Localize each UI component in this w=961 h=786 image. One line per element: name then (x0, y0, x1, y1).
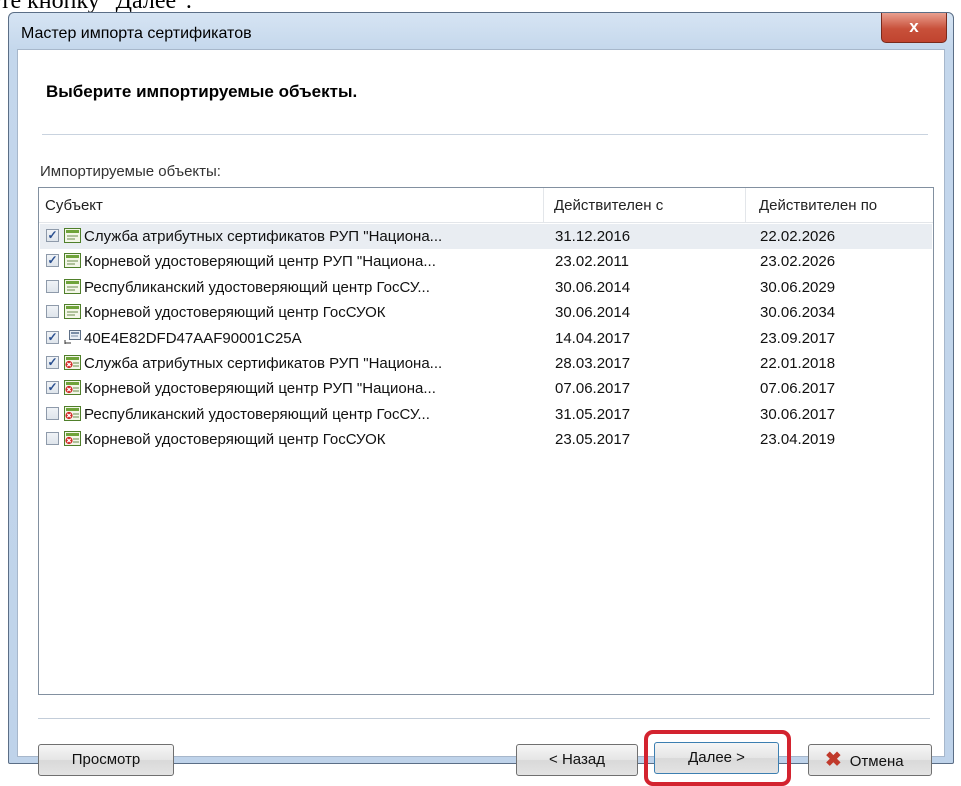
title-bar[interactable]: Мастер импорта сертификатов x (9, 13, 953, 51)
window-title: Мастер импорта сертификатов (21, 25, 252, 42)
view-button[interactable]: Просмотр (38, 744, 174, 776)
cell-subject: 40E4E82DFD47AAF90001C25A (84, 329, 302, 347)
table-row[interactable]: ✓ 40E4E82DFD47AAF90001C25A 14.04.2017 23.09… (40, 326, 932, 351)
certificate-icon (64, 253, 81, 269)
certificate-import-wizard-window: Мастер импорта сертификатов x Выберите и… (8, 12, 954, 786)
invalid-certificate-icon (64, 405, 81, 421)
table-row[interactable]: ✓ Корневой удостоверяющий центр РУП "Наци… (40, 376, 932, 401)
footer-divider (38, 718, 930, 719)
cell-subject: Республиканский удостоверяющий центр Гос… (84, 278, 430, 296)
row-checkbox[interactable] (46, 432, 59, 446)
cell-subject: Корневой удостоверяющий центр ГосСУОК (84, 304, 386, 322)
close-icon: x (909, 17, 919, 36)
row-checkbox[interactable]: ✓ (46, 380, 59, 395)
table-row[interactable]: Корневой удостоверяющий центр ГосСУОК 23.… (40, 427, 932, 452)
cell-valid-from: 23.05.2017 (555, 431, 631, 449)
column-divider[interactable] (745, 188, 746, 222)
checkmark-icon: ✓ (47, 329, 58, 344)
row-checkbox[interactable]: ✓ (46, 356, 59, 369)
cell-valid-to: 30.06.2017 (760, 405, 836, 423)
cell-valid-from: 23.02.2011 (555, 253, 629, 271)
column-divider[interactable] (543, 188, 544, 222)
invalid-certificate-icon (64, 355, 81, 370)
cell-subject: Республиканский удостоверяющий центр Гос… (84, 405, 430, 423)
cell-subject: Служба атрибутных сертификатов РУП "Наци… (84, 355, 443, 372)
column-header-subject[interactable]: Субъект (45, 197, 103, 214)
invalid-certificate-icon (64, 431, 81, 447)
wizard-page: Выберите импортируемые объекты. Импортир… (17, 49, 945, 786)
back-button[interactable]: < Назад (516, 744, 638, 776)
next-button-highlight (644, 730, 791, 786)
cell-valid-to: 30.06.2029 (760, 278, 836, 296)
cell-valid-to: 23.04.2019 (760, 431, 836, 449)
table-row[interactable]: ✓ Служба атрибутных сертификатов РУП "Нац… (40, 351, 932, 376)
row-checkbox[interactable]: ✓ (46, 253, 59, 268)
header-divider-highlight (42, 135, 928, 136)
list-header: Субъект Действителен с Действителен по (39, 188, 933, 223)
certificate-icon (64, 304, 81, 320)
cell-subject: Служба атрибутных сертификатов РУП "Наци… (84, 228, 443, 245)
cancel-button[interactable]: ✖ Отмена (808, 744, 932, 776)
cancel-button-label: Отмена (849, 753, 904, 770)
cell-subject: Корневой удостоверяющий центр РУП "Нацио… (84, 380, 436, 398)
close-button[interactable]: x (881, 13, 947, 43)
cell-valid-to: 22.01.2018 (760, 355, 836, 372)
cell-valid-from: 30.06.2014 (555, 278, 631, 296)
cell-valid-from: 31.05.2017 (555, 405, 631, 423)
cell-valid-to: 30.06.2034 (760, 304, 836, 322)
import-objects-label: Импортируемые объекты: (40, 163, 221, 180)
cell-valid-from: 30.06.2014 (555, 304, 631, 322)
personal-certificate-icon (64, 329, 81, 345)
cell-subject: Корневой удостоверяющий центр РУП "Нацио… (84, 253, 436, 271)
invalid-certificate-icon (64, 380, 81, 396)
checkmark-icon: ✓ (47, 355, 58, 369)
cell-valid-from: 14.04.2017 (555, 329, 631, 347)
table-row[interactable]: Республиканский удостоверяющий центр Гос… (40, 275, 932, 300)
cell-valid-from: 07.06.2017 (555, 380, 631, 398)
cell-valid-to: 23.02.2026 (760, 253, 836, 271)
certificate-icon (64, 278, 81, 294)
row-checkbox[interactable] (46, 279, 59, 293)
page-heading: Выберите импортируемые объекты. (46, 82, 358, 101)
cell-subject: Корневой удостоверяющий центр ГосСУОК (84, 431, 386, 449)
table-row[interactable]: ✓ Служба атрибутных сертификатов РУП "Нац… (40, 224, 932, 249)
checkmark-icon: ✓ (47, 228, 58, 242)
row-checkbox[interactable]: ✓ (46, 229, 59, 242)
table-row[interactable]: Республиканский удостоверяющий центр Гос… (40, 402, 932, 427)
row-checkbox[interactable] (46, 406, 59, 420)
cell-valid-to: 22.02.2026 (760, 228, 836, 245)
table-row[interactable]: Корневой удостоверяющий центр ГосСУОК 30.… (40, 300, 932, 325)
cell-valid-to: 23.09.2017 (760, 329, 836, 347)
cell-valid-from: 31.12.2016 (555, 228, 631, 245)
import-objects-list[interactable]: Субъект Действителен с Действителен по ✓… (38, 187, 934, 695)
cancel-icon: ✖ (825, 749, 842, 771)
cell-valid-from: 28.03.2017 (555, 355, 631, 372)
table-row[interactable]: ✓ Корневой удостоверяющий центр РУП "Наци… (40, 249, 932, 274)
column-header-valid-from[interactable]: Действителен с (554, 197, 663, 214)
column-header-valid-to[interactable]: Действителен по (759, 197, 877, 214)
certificate-icon (64, 228, 81, 243)
checkmark-icon: ✓ (47, 380, 58, 395)
checkmark-icon: ✓ (47, 253, 58, 268)
row-checkbox[interactable] (46, 305, 59, 319)
row-checkbox[interactable]: ✓ (46, 329, 59, 344)
cell-valid-to: 07.06.2017 (760, 380, 836, 398)
